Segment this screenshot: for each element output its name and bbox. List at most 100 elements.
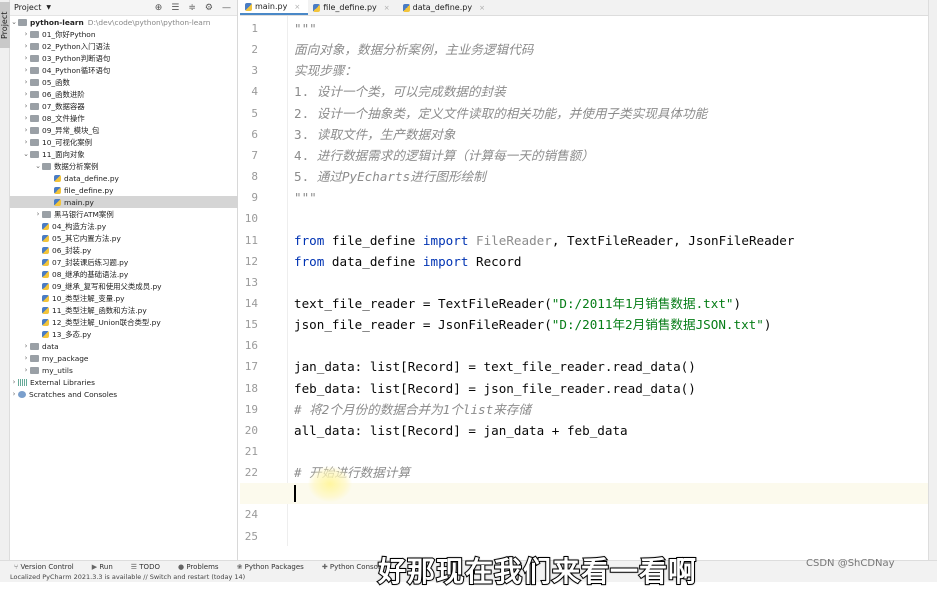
- line-number: 7: [251, 148, 258, 162]
- tab-main-py[interactable]: main.py ×: [240, 0, 309, 15]
- chevron-right-icon[interactable]: ›: [22, 90, 30, 98]
- tree-item[interactable]: 07_封装课后练习题.py: [10, 256, 238, 268]
- tree-item[interactable]: 05_其它内置方法.py: [10, 232, 238, 244]
- code-line[interactable]: 5. 通过PyEcharts进行图形绘制: [294, 166, 486, 187]
- chevron-right-icon[interactable]: ›: [22, 126, 30, 134]
- code-editor[interactable]: 1234567891011121314151617181920212223242…: [240, 16, 928, 546]
- locate-icon[interactable]: ⊕: [155, 3, 163, 13]
- chevron-right-icon[interactable]: ›: [22, 42, 30, 50]
- tree-item[interactable]: › 09_异常_模块_包: [10, 124, 238, 136]
- tool-run[interactable]: ▶ Run: [92, 563, 113, 571]
- code-line[interactable]: 实现步骤：: [294, 60, 357, 81]
- chevron-right-icon[interactable]: ›: [22, 78, 30, 86]
- chevron-down-icon[interactable]: ⌄: [22, 150, 30, 158]
- python-file-icon: [42, 246, 49, 254]
- project-tool-button[interactable]: Project: [0, 2, 10, 48]
- tool-version-control[interactable]: ⑂ Version Control: [14, 563, 74, 571]
- tree-item[interactable]: 12_类型注解_Union联合类型.py: [10, 316, 238, 328]
- code-line[interactable]: """: [294, 187, 317, 208]
- tree-root[interactable]: ⌄ python-learn D:\dev\code\python\python-l…: [10, 16, 238, 28]
- chevron-down-icon[interactable]: ▼: [46, 4, 51, 11]
- code-line[interactable]: 3. 读取文件，生产数据对象: [294, 124, 455, 145]
- tree-item[interactable]: › 08_文件操作: [10, 112, 238, 124]
- collapse-all-icon[interactable]: ≑: [188, 3, 196, 13]
- tree-item[interactable]: 11_类型注解_函数和方法.py: [10, 304, 238, 316]
- chevron-right-icon[interactable]: ›: [22, 114, 30, 122]
- tree-item[interactable]: data_define.py: [10, 172, 238, 184]
- close-icon[interactable]: ×: [479, 4, 485, 12]
- code-line[interactable]: 4. 进行数据需求的逻辑计算（计算每一天的销售额）: [294, 145, 594, 166]
- tree-item[interactable]: 06_封装.py: [10, 244, 238, 256]
- code-line[interactable]: 2. 设计一个抽象类，定义文件读取的相关功能，并使用子类实现具体功能: [294, 103, 707, 124]
- tree-item[interactable]: 10_类型注解_变量.py: [10, 292, 238, 304]
- chevron-down-icon[interactable]: ⌄: [34, 162, 42, 170]
- chevron-right-icon[interactable]: ›: [10, 390, 18, 398]
- tree-item[interactable]: ⌄ 11_面向对象: [10, 148, 238, 160]
- code-line[interactable]: from data_define import Record: [294, 251, 522, 272]
- tree-item[interactable]: › External Libraries: [10, 376, 238, 388]
- tree-item[interactable]: › Scratches and Consoles: [10, 388, 238, 400]
- hide-icon[interactable]: —: [222, 3, 231, 13]
- tree-item[interactable]: › 10_可视化案例: [10, 136, 238, 148]
- tree-item[interactable]: › my_utils: [10, 364, 238, 376]
- tree-item[interactable]: › 05_函数: [10, 76, 238, 88]
- gear-icon[interactable]: ⚙: [205, 3, 213, 13]
- tool-problems[interactable]: ● Problems: [178, 563, 219, 571]
- code-line[interactable]: all_data: list[Record] = jan_data + feb_…: [294, 420, 628, 441]
- expand-all-icon[interactable]: ☰: [171, 3, 179, 13]
- tree-item[interactable]: › 04_Python循环语句: [10, 64, 238, 76]
- tool-python-packages[interactable]: ❀ Python Packages: [237, 563, 304, 571]
- code-token: FileReader: [476, 232, 552, 248]
- code-line[interactable]: """: [294, 18, 317, 39]
- python-file-icon: [42, 330, 49, 338]
- tab-label: file_define.py: [323, 3, 377, 12]
- code-line[interactable]: 面向对象，数据分析案例，主业务逻辑代码: [294, 39, 533, 60]
- code-token: , TextFileReader, JsonFileReader: [551, 232, 795, 248]
- tree-item[interactable]: main.py: [10, 196, 238, 208]
- code-line[interactable]: 1. 设计一个类，可以完成数据的封装: [294, 81, 506, 102]
- tab-file_define-py[interactable]: file_define.py ×: [308, 0, 397, 15]
- line-number: 25: [244, 529, 258, 543]
- code-line[interactable]: from file_define import FileReader, Text…: [294, 230, 794, 251]
- chevron-down-icon[interactable]: ⌄: [10, 18, 18, 26]
- code-line[interactable]: json_file_reader = JsonFileReader("D:/20…: [294, 314, 771, 335]
- tree-item[interactable]: 09_继承_复写和使用父类成员.py: [10, 280, 238, 292]
- code-line[interactable]: # 将2个月份的数据合并为1个list来存储: [294, 399, 531, 420]
- chevron-right-icon[interactable]: ›: [22, 30, 30, 38]
- tool-todo[interactable]: ☰ TODO: [131, 563, 160, 571]
- tree-item[interactable]: › 黑马银行ATM案例: [10, 208, 238, 220]
- tree-item[interactable]: › 07_数据容器: [10, 100, 238, 112]
- code-token: import: [422, 253, 476, 269]
- chevron-right-icon[interactable]: ›: [10, 378, 18, 386]
- tree-item[interactable]: › 01_你好Python: [10, 28, 238, 40]
- code-line[interactable]: jan_data: list[Record] = text_file_reade…: [294, 356, 696, 377]
- tree-item[interactable]: 08_继承的基础语法.py: [10, 268, 238, 280]
- chevron-right-icon[interactable]: ›: [22, 54, 30, 62]
- tool-python-console[interactable]: ✚ Python Console: [322, 563, 384, 571]
- tree-item[interactable]: › 02_Python入门语法: [10, 40, 238, 52]
- tree-item[interactable]: › data: [10, 340, 238, 352]
- tree-item[interactable]: 13_多态.py: [10, 328, 238, 340]
- chevron-right-icon[interactable]: ›: [22, 66, 30, 74]
- close-icon[interactable]: ×: [294, 3, 300, 11]
- chevron-right-icon[interactable]: ›: [22, 342, 30, 350]
- tree-item[interactable]: file_define.py: [10, 184, 238, 196]
- close-icon[interactable]: ×: [384, 4, 390, 12]
- project-panel: Project ▼ ⊕ ☰ ≑ ⚙ — ⌄ python-learn D:\dev\code\…: [10, 0, 238, 560]
- chevron-right-icon[interactable]: ›: [34, 210, 42, 218]
- tree-item[interactable]: ⌄ 数据分析案例: [10, 160, 238, 172]
- chevron-right-icon[interactable]: ›: [22, 366, 30, 374]
- code-token: """: [294, 190, 317, 206]
- tree-item[interactable]: 04_构造方法.py: [10, 220, 238, 232]
- project-view-selector[interactable]: Project: [14, 3, 41, 12]
- tree-item[interactable]: › 06_函数进阶: [10, 88, 238, 100]
- tab-data_define-py[interactable]: data_define.py ×: [398, 0, 493, 15]
- chevron-right-icon[interactable]: ›: [22, 138, 30, 146]
- chevron-right-icon[interactable]: ›: [22, 354, 30, 362]
- code-token: import: [422, 232, 476, 248]
- code-line[interactable]: text_file_reader = TextFileReader("D:/20…: [294, 293, 741, 314]
- tree-item[interactable]: › my_package: [10, 352, 238, 364]
- tree-item[interactable]: › 03_Python判断语句: [10, 52, 238, 64]
- code-line[interactable]: feb_data: list[Record] = json_file_reade…: [294, 378, 696, 399]
- chevron-right-icon[interactable]: ›: [22, 102, 30, 110]
